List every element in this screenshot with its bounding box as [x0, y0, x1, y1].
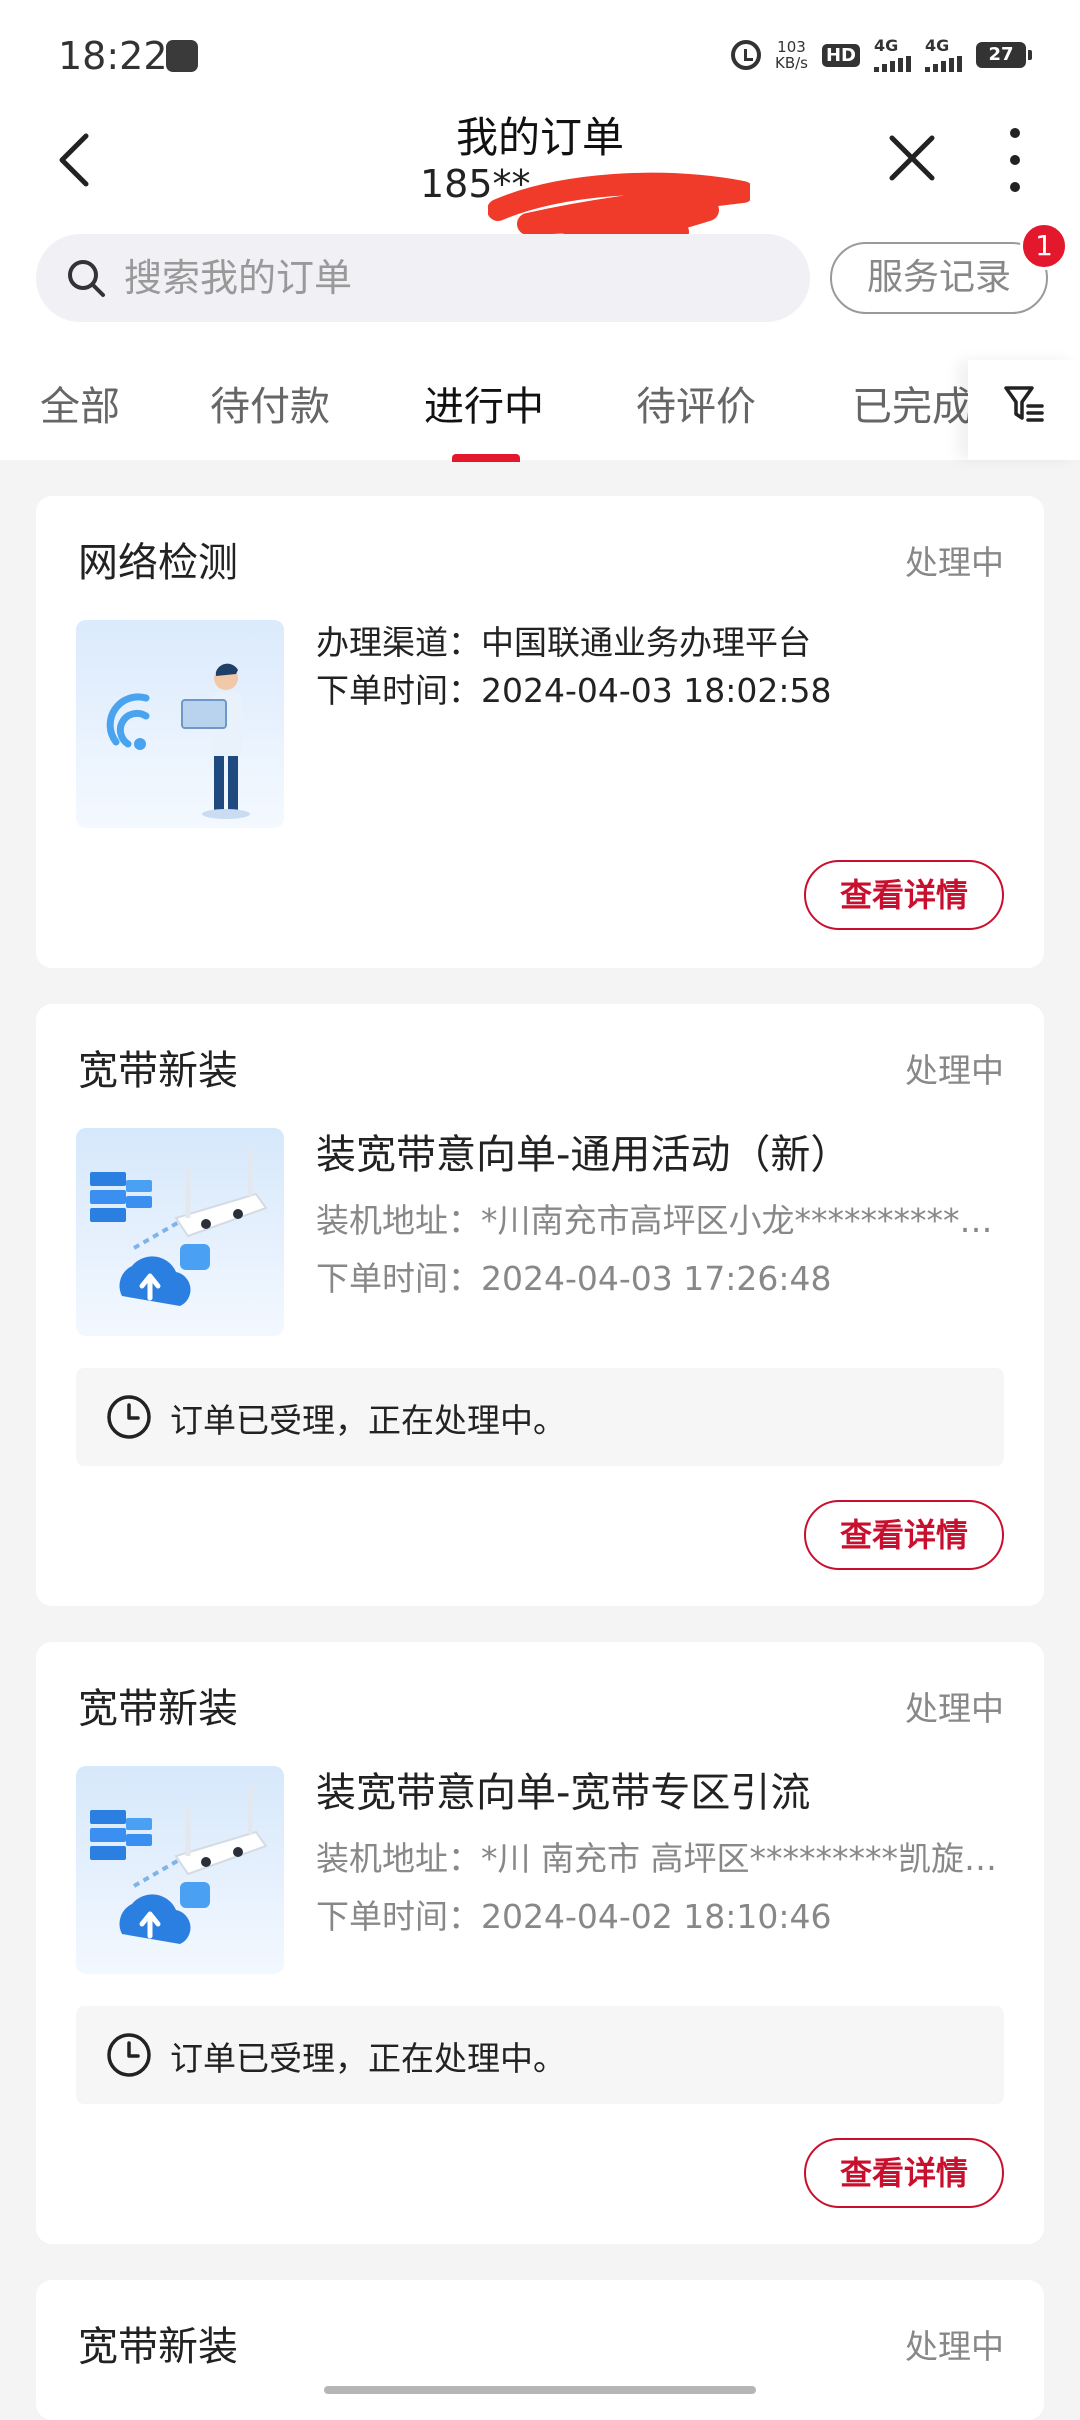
more-vertical-icon[interactable]: [1000, 128, 1030, 192]
order-status: 处理中: [905, 1051, 1004, 1090]
clock-icon: [107, 2033, 151, 2077]
install-address: 装机地址：*川 南充市 高坪区*********凯旋…: [316, 1839, 997, 1878]
order-channel: 办理渠道：中国联通业务办理平台: [316, 623, 811, 662]
clock-icon: [107, 1395, 151, 1439]
search-box[interactable]: [36, 234, 810, 322]
order-title: 宽带新装: [78, 1686, 238, 1732]
status-indicators: 103 KB/s HD 4G 4G 27: [730, 32, 1032, 78]
search-row: 服务记录 1: [0, 222, 1080, 324]
nav-bar: 我的订单 185**: [0, 100, 1080, 258]
network-speed: 103 KB/s: [775, 39, 808, 71]
tab-completed[interactable]: 已完成: [852, 374, 972, 432]
tab-pending-payment[interactable]: 待付款: [210, 374, 330, 432]
order-notice: 订单已受理，正在处理中。: [76, 1368, 1004, 1466]
tab-in-progress[interactable]: 进行中: [424, 374, 544, 432]
status-time: 18:22: [58, 34, 168, 78]
order-info: 装宽带意向单-通用活动（新） 装机地址：*川南充市高坪区小龙**********…: [316, 1122, 1006, 1300]
order-status: 处理中: [905, 2327, 1004, 2366]
network-speed-unit: KB/s: [774, 54, 808, 72]
order-card[interactable]: 宽带新装 处理中 装宽带意向单-宽带专区引流 装机地址：*川 南充市 高坪区**…: [36, 1642, 1044, 2244]
alarm-icon: [730, 40, 761, 70]
order-info: 装宽带意向单-宽带专区引流 装机地址：*川 南充市 高坪区*********凯旋…: [316, 1760, 1006, 1938]
active-tab-indicator: [452, 454, 520, 462]
search-icon: [68, 260, 105, 297]
home-indicator[interactable]: [324, 2386, 756, 2394]
service-record-button[interactable]: 服务记录: [830, 242, 1048, 314]
order-card[interactable]: 网络检测 处理中 办理渠道：中国联通业务办理平台 下单时间：2024-04-03…: [36, 496, 1044, 968]
order-status: 处理中: [905, 1689, 1004, 1728]
order-time: 下单时间：2024-04-03 17:26:48: [316, 1259, 832, 1298]
signal-label: 4G: [874, 36, 899, 55]
order-title: 网络检测: [78, 540, 238, 586]
order-card[interactable]: 宽带新装 处理中: [36, 2280, 1044, 2420]
notice-text: 订单已受理，正在处理中。: [170, 1401, 566, 1440]
view-details-button[interactable]: 查看详情: [804, 2138, 1004, 2208]
product-name: 装宽带意向单-通用活动（新）: [316, 1132, 851, 1178]
order-info: 办理渠道：中国联通业务办理平台 下单时间：2024-04-03 18:02:58: [316, 616, 1006, 712]
notice-text: 订单已受理，正在处理中。: [170, 2039, 566, 2078]
hd-icon: HD: [821, 43, 860, 67]
battery-icon: 27: [976, 42, 1032, 68]
install-address: 装机地址：*川南充市高坪区小龙**********…: [316, 1201, 993, 1240]
view-details-button[interactable]: 查看详情: [804, 860, 1004, 930]
broadband-router-illustration: [76, 1128, 284, 1336]
order-tabs: 全部 待付款 进行中 待评价 已完成: [0, 360, 1080, 462]
app-notification-icon: [166, 40, 198, 72]
filter-icon: [1004, 386, 1044, 422]
tab-pending-review[interactable]: 待评价: [636, 374, 756, 432]
network-speed-value: 103: [777, 38, 806, 56]
tab-all[interactable]: 全部: [40, 374, 120, 432]
view-details-button[interactable]: 查看详情: [804, 1500, 1004, 1570]
order-card[interactable]: 宽带新装 处理中 装宽带意向单-通用活动（新） 装机地址：*川南充市高坪区小龙*…: [36, 1004, 1044, 1606]
order-time: 下单时间：2024-04-02 18:10:46: [316, 1897, 832, 1936]
network-check-illustration: [76, 620, 284, 828]
order-time: 下单时间：2024-04-03 18:02:58: [316, 671, 832, 710]
signal-icon: 4G: [874, 38, 911, 72]
filter-button[interactable]: [968, 360, 1080, 460]
signal-label-2: 4G: [925, 36, 950, 55]
order-status: 处理中: [905, 543, 1004, 582]
order-title: 宽带新装: [78, 1048, 238, 1094]
top-area: 18:22 103 KB/s HD 4G 4G 27 我的订单 185** 搜索…: [0, 0, 1080, 462]
search-input[interactable]: [124, 234, 784, 322]
service-record-badge: 1: [1020, 222, 1068, 270]
order-notice: 订单已受理，正在处理中。: [76, 2006, 1004, 2104]
product-name: 装宽带意向单-宽带专区引流: [316, 1770, 811, 1816]
signal-icon-2: 4G: [925, 38, 962, 72]
close-icon[interactable]: [882, 128, 942, 188]
order-title: 宽带新装: [78, 2324, 238, 2370]
status-bar: 18:22 103 KB/s HD 4G 4G 27: [0, 0, 1080, 110]
broadband-router-illustration: [76, 1766, 284, 1974]
